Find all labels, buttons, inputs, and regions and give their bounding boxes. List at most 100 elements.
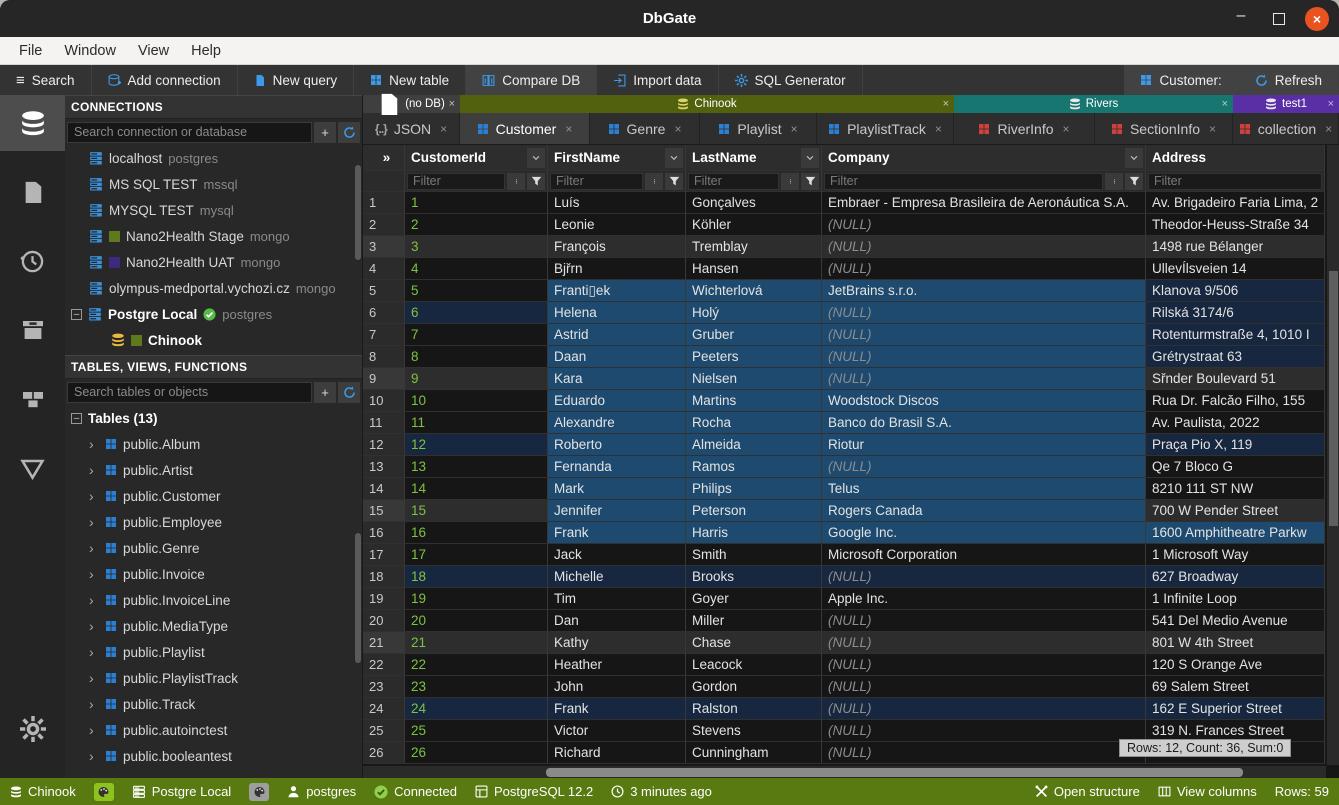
rail-triangle-button[interactable] [0,440,65,496]
grid-cell-customerid[interactable]: 3 [405,236,548,258]
grid-cell-firstname[interactable]: Franti▯ek [548,280,686,302]
row-number[interactable]: 12 [363,434,405,456]
menu-file[interactable]: File [8,37,53,64]
grid-cell-company[interactable]: (NULL) [822,654,1146,676]
grid-cell-company[interactable]: (NULL) [822,258,1146,280]
grid-cell-company[interactable]: JetBrains s.r.o. [822,280,1146,302]
tab-customer[interactable]: Customer× [460,113,590,144]
status-postgre-local[interactable]: Postgre Local [132,784,232,799]
status-3-minutes-ago[interactable]: 3 minutes ago [611,784,712,799]
grid-cell-lastname[interactable]: Gordon [686,676,822,698]
tab-group--no-db-[interactable]: (no DB)× [363,95,460,113]
chevron-right-icon[interactable]: › [89,462,99,478]
close-icon[interactable]: × [943,98,949,110]
grid-cell-company[interactable]: (NULL) [822,742,1146,764]
status-open-structure[interactable]: Open structure [1035,784,1140,799]
grid-cell-firstname[interactable]: Kathy [548,632,686,654]
grid-cell-customerid[interactable]: 15 [405,500,548,522]
table-item[interactable]: ›public.MediaType [65,613,362,639]
grid-cell-firstname[interactable]: Fernanda [548,456,686,478]
grid-cell-firstname[interactable]: Bjřrn [548,258,686,280]
status-connected[interactable]: Connected [374,784,457,799]
grid-cell-customerid[interactable]: 22 [405,654,548,676]
grid-cell-company[interactable]: (NULL) [822,698,1146,720]
close-button[interactable]: × [1305,7,1329,31]
grid-cell-customerid[interactable]: 10 [405,390,548,412]
grid-cell-address[interactable]: Av. Brigadeiro Faria Lima, 2 [1146,192,1325,214]
toolbar-new-table-button[interactable]: New table [354,65,466,95]
grid-cell-company[interactable]: (NULL) [822,214,1146,236]
filter-input-lastname[interactable] [688,173,779,190]
table-item[interactable]: ›public.PlaylistTrack [65,665,362,691]
grid-cell-address[interactable]: Rotenturmstraße 4, 1010 I [1146,324,1325,346]
grid-cell-lastname[interactable]: Gonçalves [686,192,822,214]
close-icon[interactable]: × [674,122,681,136]
grid-cell-firstname[interactable]: Leonie [548,214,686,236]
grid-cell-customerid[interactable]: 11 [405,412,548,434]
grid-horizontal-scrollbar[interactable] [363,765,1326,778]
grid-cell-address[interactable]: Av. Paulista, 2022 [1146,412,1325,434]
grid-cell-lastname[interactable]: Ramos [686,456,822,478]
row-number[interactable]: 6 [363,302,405,324]
status-color-chip[interactable] [249,783,269,801]
filter-input-address[interactable] [1148,173,1322,190]
close-icon[interactable]: × [1209,122,1216,136]
grid-cell-firstname[interactable]: Frank [548,698,686,720]
column-header-company[interactable]: Company [822,145,1146,171]
grid-cell-firstname[interactable]: Helena [548,302,686,324]
grid-cell-address[interactable]: Grétrystraat 63 [1146,346,1325,368]
grid-cell-address[interactable]: Rilská 3174/6 [1146,302,1325,324]
table-item[interactable]: ›public.Track [65,691,362,717]
connection-item[interactable]: MYSQL TESTmysql [65,197,362,223]
menu-help[interactable]: Help [180,37,232,64]
grid-cell-customerid[interactable]: 7 [405,324,548,346]
grid-cell-lastname[interactable]: Miller [686,610,822,632]
grid-cell-customerid[interactable]: 13 [405,456,548,478]
grid-cell-lastname[interactable]: Brooks [686,566,822,588]
connections-refresh-button[interactable] [338,122,360,143]
grid-cell-customerid[interactable]: 12 [405,434,548,456]
tab-group-chinook[interactable]: Chinook× [460,95,954,113]
grid-cell-address[interactable]: 1600 Amphitheatre Parkw [1146,522,1325,544]
grid-cell-address[interactable]: 120 S Orange Ave [1146,654,1325,676]
chevron-right-icon[interactable]: › [89,436,99,452]
chevron-right-icon[interactable]: › [89,618,99,634]
minimize-button[interactable]: – [1229,7,1253,31]
toolbar-customer--button[interactable]: Customer: [1124,65,1238,95]
grid-cell-address[interactable]: Klanova 9/506 [1146,280,1325,302]
grid-cell-address[interactable]: Rua Dr. Falcăo Filho, 155 [1146,390,1325,412]
grid-cell-address[interactable]: Praça Pio X, 119 [1146,434,1325,456]
tables-refresh-button[interactable] [338,382,360,403]
table-item[interactable]: ›public.Invoice [65,561,362,587]
filter-input-customerid[interactable] [407,173,505,190]
grid-cell-address[interactable]: Theodor-Heuss-Straße 34 [1146,214,1325,236]
filter-funnel-button[interactable] [527,173,545,190]
tables-search-input[interactable] [67,382,312,403]
grid-cell-lastname[interactable]: Harris [686,522,822,544]
grid-cell-company[interactable]: (NULL) [822,610,1146,632]
grid-cell-company[interactable]: (NULL) [822,324,1146,346]
grid-cell-firstname[interactable]: Richard [548,742,686,764]
chevron-right-icon[interactable]: › [89,748,99,764]
toolbar-sql-generator-button[interactable]: SQL Generator [719,65,863,95]
grid-cell-lastname[interactable]: Holý [686,302,822,324]
filter-menu-button[interactable] [1105,173,1123,190]
grid-cell-customerid[interactable]: 24 [405,698,548,720]
grid-cell-lastname[interactable]: Philips [686,478,822,500]
row-number[interactable]: 24 [363,698,405,720]
column-header-lastname[interactable]: LastName [686,145,822,171]
column-menu-button[interactable] [527,148,545,168]
grid-vertical-scrollbar[interactable] [1326,145,1339,765]
tab-group-rivers[interactable]: Rivers× [954,95,1233,113]
grid-cell-company[interactable]: Riotur [822,434,1146,456]
close-icon[interactable]: × [791,122,798,136]
row-number[interactable]: 10 [363,390,405,412]
palette-chip[interactable] [94,783,114,801]
row-number[interactable]: 19 [363,588,405,610]
grid-cell-lastname[interactable]: Chase [686,632,822,654]
row-number[interactable]: 2 [363,214,405,236]
grid-cell-lastname[interactable]: Nielsen [686,368,822,390]
row-number[interactable]: 15 [363,500,405,522]
connection-item[interactable]: Nano2Health Stagemongo [65,223,362,249]
filter-funnel-button[interactable] [665,173,683,190]
